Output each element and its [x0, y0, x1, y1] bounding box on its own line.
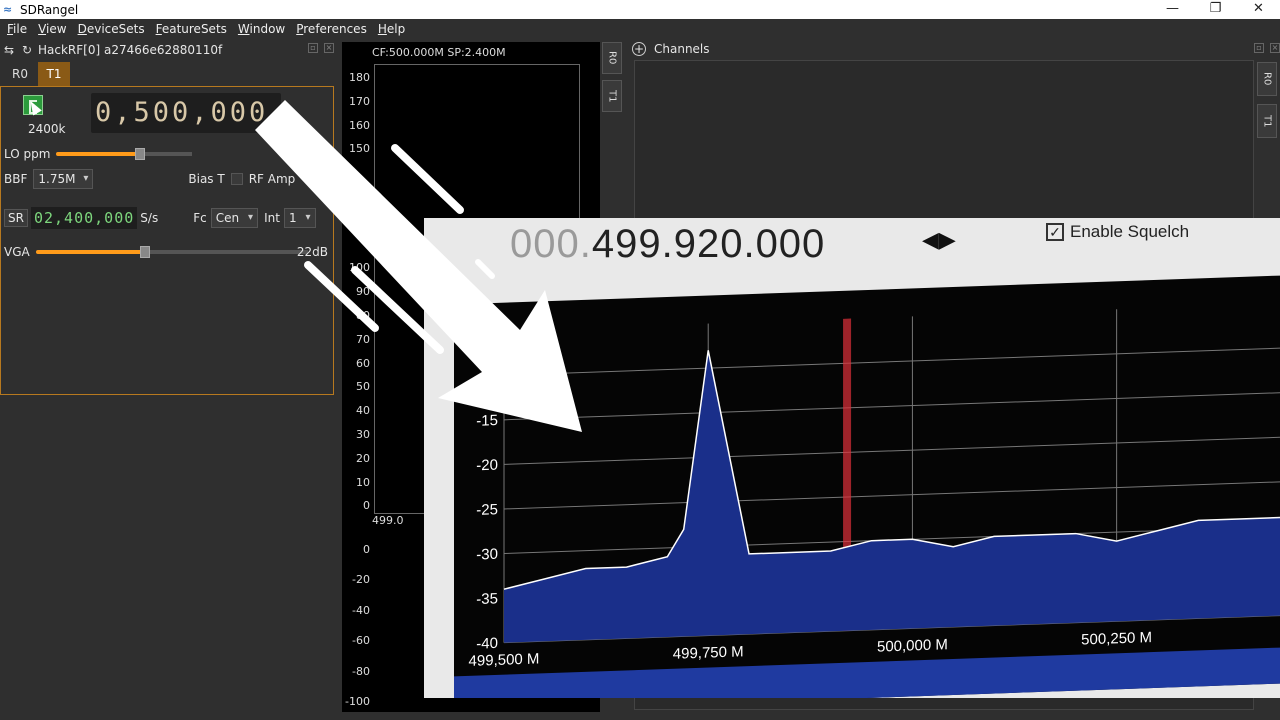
annotation-overlay: [255, 100, 582, 432]
motion-line-4: [475, 259, 495, 279]
motion-line-1: [391, 144, 464, 214]
annotation-arrow-icon: [255, 100, 582, 432]
